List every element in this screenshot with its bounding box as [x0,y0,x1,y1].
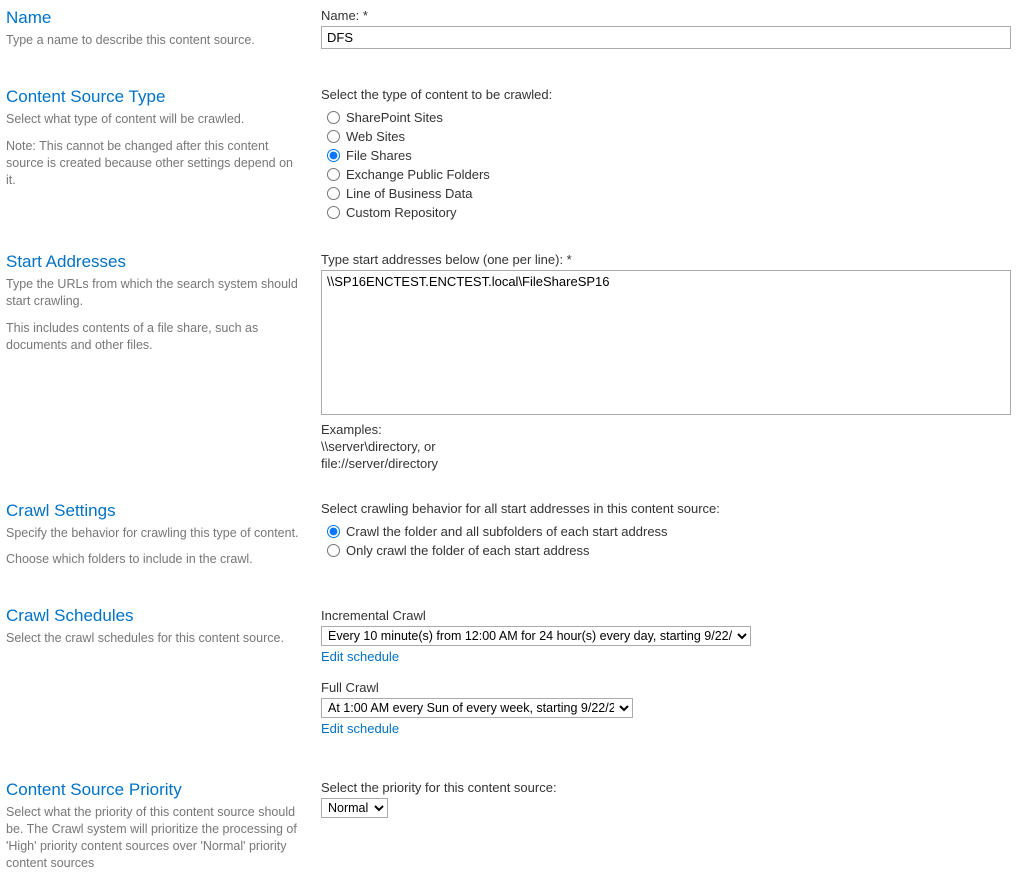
examples-1: \\server\directory, or [321,439,1018,456]
radio-lob-label: Line of Business Data [346,186,472,201]
crawl-settings-desc2: Choose which folders to include in the c… [6,551,301,568]
full-crawl-label: Full Crawl [321,680,1018,695]
radio-fileshares-label: File Shares [346,148,412,163]
name-label: Name: * [321,8,1018,23]
radio-crawl-all-label: Crawl the folder and all subfolders of e… [346,524,668,539]
radio-custom-label: Custom Repository [346,205,457,220]
radio-exchange[interactable] [327,168,340,181]
priority-heading: Content Source Priority [6,780,301,800]
start-heading: Start Addresses [6,252,301,272]
radio-lob[interactable] [327,187,340,200]
start-textarea[interactable]: \\SP16ENCTEST.ENCTEST.local\FileShareSP1… [321,270,1011,415]
priority-select[interactable]: Normal [321,798,388,818]
examples-2: file://server/directory [321,456,1018,473]
inc-edit-link[interactable]: Edit schedule [321,649,399,664]
radio-fileshares[interactable] [327,149,340,162]
radio-sharepoint[interactable] [327,111,340,124]
radio-websites[interactable] [327,130,340,143]
radio-custom[interactable] [327,206,340,219]
radio-websites-label: Web Sites [346,129,405,144]
inc-crawl-label: Incremental Crawl [321,608,1018,623]
radio-crawl-all[interactable] [327,525,340,538]
crawl-settings-desc1: Specify the behavior for crawling this t… [6,525,301,542]
type-heading: Content Source Type [6,87,301,107]
examples-label: Examples: [321,422,1018,439]
name-heading: Name [6,8,301,28]
priority-label: Select the priority for this content sou… [321,780,1018,795]
start-label: Type start addresses below (one per line… [321,252,1018,267]
schedules-heading: Crawl Schedules [6,606,301,626]
start-desc2: This includes contents of a file share, … [6,320,301,354]
radio-sharepoint-label: SharePoint Sites [346,110,443,125]
start-desc1: Type the URLs from which the search syst… [6,276,301,310]
type-desc2: Note: This cannot be changed after this … [6,138,301,189]
schedules-desc: Select the crawl schedules for this cont… [6,630,301,647]
radio-exchange-label: Exchange Public Folders [346,167,490,182]
radio-crawl-only[interactable] [327,544,340,557]
name-input[interactable] [321,26,1011,49]
full-crawl-select[interactable]: At 1:00 AM every Sun of every week, star… [321,698,633,718]
type-label: Select the type of content to be crawled… [321,87,1018,102]
crawl-settings-label: Select crawling behavior for all start a… [321,501,1018,516]
radio-crawl-only-label: Only crawl the folder of each start addr… [346,543,590,558]
priority-desc: Select what the priority of this content… [6,804,301,872]
inc-crawl-select[interactable]: Every 10 minute(s) from 12:00 AM for 24 … [321,626,751,646]
full-edit-link[interactable]: Edit schedule [321,721,399,736]
crawl-settings-heading: Crawl Settings [6,501,301,521]
type-desc1: Select what type of content will be craw… [6,111,301,128]
name-desc: Type a name to describe this content sou… [6,32,301,49]
